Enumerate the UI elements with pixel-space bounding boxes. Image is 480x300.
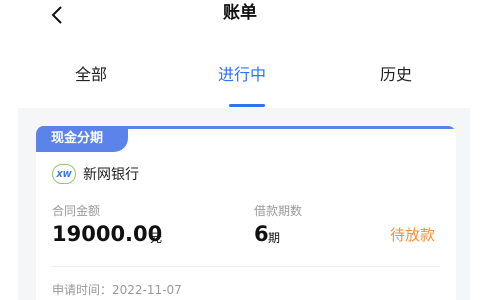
tab-in-progress[interactable]: 进行中	[218, 64, 266, 86]
term-unit: 期	[268, 231, 281, 245]
apply-time: 申请时间：2022-11-07	[52, 283, 182, 297]
bank-info: XW 新网银行	[52, 162, 139, 186]
status-badge: 待放款	[390, 226, 436, 244]
contract-amount: 19000.00	[52, 222, 163, 246]
amount-unit: 元	[150, 231, 163, 245]
tab-history[interactable]: 历史	[380, 64, 412, 86]
tab-all[interactable]: 全部	[75, 64, 107, 86]
bill-card[interactable]: 现金分期 XW 新网银行 合同金额 借款期数 19000.00 元 6 期 待放…	[36, 126, 456, 300]
loan-type-badge: 现金分期	[36, 126, 128, 152]
bank-logo-icon: XW	[52, 164, 76, 184]
bank-name: 新网银行	[83, 167, 139, 183]
amount-label: 合同金额	[52, 204, 101, 218]
active-tab-indicator	[229, 104, 265, 107]
top-bar: 账单	[0, 0, 480, 36]
page-title: 账单	[223, 3, 257, 23]
divider	[52, 266, 440, 267]
term-label: 借款期数	[254, 204, 303, 218]
tab-bar: 全部 进行中 历史	[0, 56, 480, 108]
loan-term: 6	[254, 222, 269, 246]
